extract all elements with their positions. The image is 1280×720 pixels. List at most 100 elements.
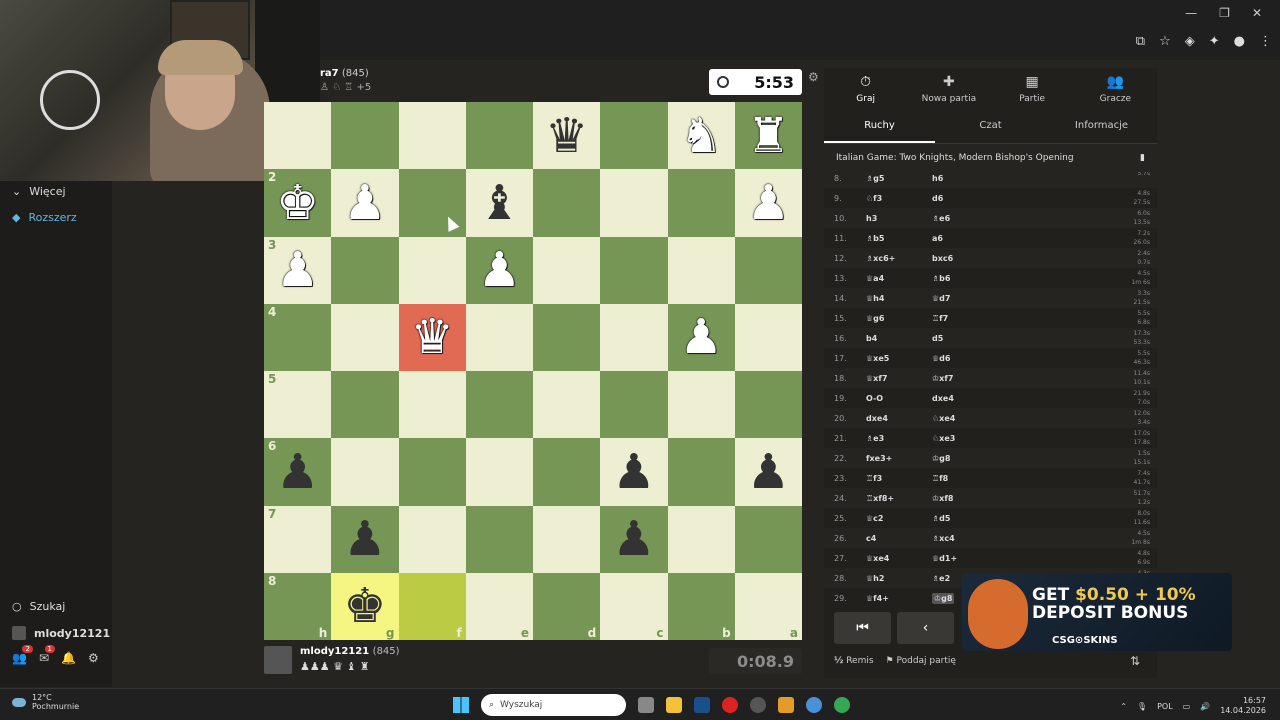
board-square[interactable]	[734, 505, 802, 573]
black-pawn-icon[interactable]: ♟	[343, 515, 386, 563]
white-knight-icon[interactable]: ♞	[680, 112, 723, 160]
board-square[interactable]	[398, 236, 466, 304]
bottom-player-name[interactable]: mlody12121	[300, 646, 369, 657]
file-explorer-icon[interactable]	[666, 697, 682, 713]
board-square[interactable]	[465, 505, 533, 573]
board-square[interactable]	[465, 102, 533, 170]
chess-board[interactable]: ♛ ♞ ♜ 2 ♚ ♟ ♝ ♟ 3 ♟ ♟ 4 ♛ ♟ 5 6 ♟ ♟ ♟ 7 ♟ ♟ 8 h g ♚ f e d c b a	[264, 102, 802, 640]
board-square[interactable]: 2 ♚	[264, 169, 332, 237]
black-move[interactable]: ♕d7	[932, 294, 950, 303]
tab-chat[interactable]: Czat	[935, 110, 1046, 143]
black-move[interactable]: dxe4	[932, 394, 954, 403]
board-square[interactable]	[533, 303, 601, 371]
close-icon[interactable]: ✕	[1252, 6, 1262, 20]
board-square[interactable]	[465, 438, 533, 506]
board-square[interactable]	[331, 102, 399, 170]
first-move-button[interactable]: ⏮	[834, 612, 891, 644]
board-square[interactable]	[667, 169, 735, 237]
white-move[interactable]: ♖f3	[866, 474, 882, 483]
white-move[interactable]: ♕f4+	[866, 594, 889, 603]
volume-icon[interactable]: 🔊	[1200, 702, 1210, 711]
board-square[interactable]: ♟	[734, 169, 802, 237]
black-move[interactable]: ♔xf7	[932, 374, 953, 383]
gear-icon[interactable]: ⚙	[88, 651, 99, 665]
white-pawn-icon[interactable]: ♟	[478, 246, 521, 294]
white-move[interactable]: ♗g5	[866, 174, 884, 183]
white-move[interactable]: ♗e3	[866, 434, 884, 443]
board-square[interactable]: ♟	[331, 505, 399, 573]
board-square[interactable]: 7	[264, 505, 332, 573]
black-pawn-icon[interactable]: ♟	[612, 448, 655, 496]
black-move[interactable]: ♖f7	[932, 314, 948, 323]
black-pawn-icon[interactable]: ♟	[612, 515, 655, 563]
board-square[interactable]	[533, 236, 601, 304]
black-move[interactable]: ♗b6	[932, 274, 950, 283]
puzzle-icon[interactable]: ✦	[1209, 34, 1220, 49]
bell-icon[interactable]: 🔔	[61, 651, 76, 665]
board-square[interactable]	[667, 505, 735, 573]
board-square[interactable]	[600, 169, 668, 237]
nav-play[interactable]: ⏱ Graj	[824, 68, 907, 110]
board-square[interactable]	[398, 505, 466, 573]
white-move[interactable]: b4	[866, 334, 877, 343]
board-square[interactable]	[600, 236, 668, 304]
sidebar-item-user[interactable]: mlody12121	[12, 626, 110, 640]
white-pawn-icon[interactable]: ♟	[680, 313, 723, 361]
board-square[interactable]	[331, 236, 399, 304]
weather-widget[interactable]: 12°C Pochmurnie	[12, 693, 79, 711]
minimize-icon[interactable]: —	[1185, 6, 1197, 20]
board-square[interactable]: b	[667, 572, 735, 640]
board-square[interactable]	[398, 371, 466, 439]
friends-icon[interactable]: 👥 2	[12, 645, 33, 665]
board-square[interactable]: ♛	[398, 303, 466, 371]
windows-start-icon[interactable]	[453, 697, 469, 713]
board-square[interactable]: ♞	[667, 102, 735, 170]
board-square[interactable]	[533, 505, 601, 573]
board-square[interactable]: d	[533, 572, 601, 640]
board-square[interactable]	[667, 236, 735, 304]
black-move[interactable]: ♖f8	[932, 474, 948, 483]
opera-icon[interactable]	[722, 697, 738, 713]
board-square[interactable]: e	[465, 572, 533, 640]
extension-icon[interactable]: ◈	[1185, 34, 1195, 49]
book-icon[interactable]: ▮	[1140, 153, 1145, 163]
board-square[interactable]: ♟	[600, 438, 668, 506]
board-square[interactable]	[734, 236, 802, 304]
chevron-up-icon[interactable]: ⌃	[1120, 702, 1127, 711]
board-square[interactable]: 3 ♟	[264, 236, 332, 304]
white-move[interactable]: ♘f3	[866, 194, 882, 203]
board-square[interactable]	[331, 438, 399, 506]
board-square[interactable]: a	[734, 572, 802, 640]
white-move[interactable]: ♖xf8+	[866, 494, 894, 503]
nav-games[interactable]: ▦ Partie	[991, 68, 1074, 110]
black-move[interactable]: ♕d1+	[932, 554, 957, 563]
board-square[interactable]: g ♚	[331, 572, 399, 640]
black-move[interactable]: d6	[932, 194, 943, 203]
board-square[interactable]: ♛	[533, 102, 601, 170]
black-move[interactable]: ♔g8	[932, 593, 955, 604]
tab-info[interactable]: Informacje	[1046, 110, 1157, 143]
board-settings-icon[interactable]: ⚙	[808, 70, 819, 84]
black-move[interactable]: d5	[932, 334, 943, 343]
mail-icon[interactable]: ✉ 1	[39, 645, 56, 665]
black-move[interactable]: ♗e6	[932, 214, 950, 223]
board-square[interactable]: ♟	[465, 236, 533, 304]
board-square[interactable]: 6 ♟	[264, 438, 332, 506]
app-icon[interactable]	[750, 697, 766, 713]
sidebar-item-expand[interactable]: ◆ Rozszerz	[12, 211, 77, 224]
bookmark-star-icon[interactable]: ☆	[1159, 34, 1171, 49]
black-pawn-icon[interactable]: ♟	[276, 448, 319, 496]
board-square[interactable]: ♟	[667, 303, 735, 371]
white-pawn-icon[interactable]: ♟	[276, 246, 319, 294]
white-move[interactable]: ♕xe5	[866, 354, 889, 363]
install-icon[interactable]: ⧉	[1136, 34, 1145, 49]
board-square[interactable]: f	[398, 572, 466, 640]
white-pawn-icon[interactable]: ♟	[747, 179, 790, 227]
avatar[interactable]	[264, 646, 292, 674]
white-move[interactable]: dxe4	[866, 414, 888, 423]
black-move[interactable]: ♗e2	[932, 574, 950, 583]
board-square[interactable]: ♟	[734, 438, 802, 506]
white-move[interactable]: ♕a4	[866, 274, 884, 283]
app-icon-2[interactable]	[778, 697, 794, 713]
white-move[interactable]: ♕c2	[866, 514, 883, 523]
